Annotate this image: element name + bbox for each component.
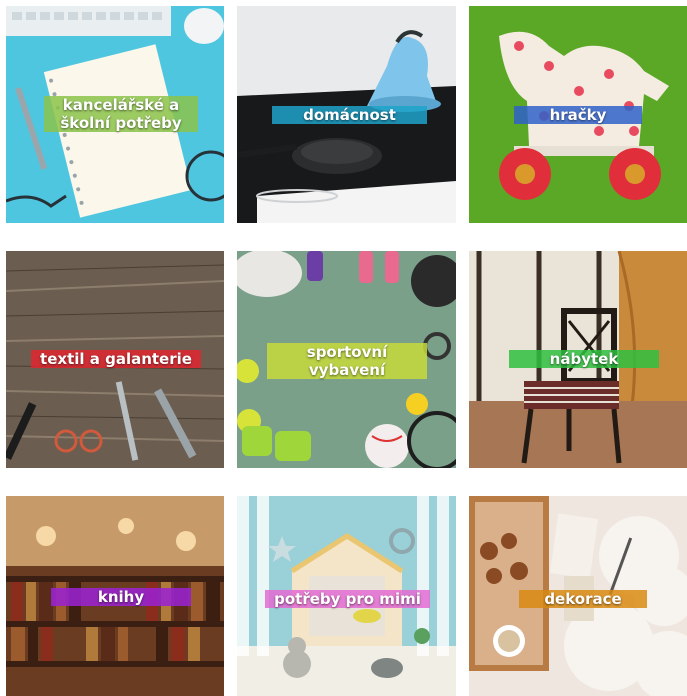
category-tile-toys[interactable]: hračky (469, 6, 687, 223)
category-label: kancelářské a školní potřeby (44, 96, 198, 132)
category-label: dekorace (519, 590, 647, 608)
category-label: knihy (51, 588, 191, 606)
category-label: sportovní vybavení (267, 343, 427, 379)
category-tile-baby[interactable]: potřeby pro mimi (237, 496, 456, 696)
category-tile-textiles[interactable]: textil a galanterie (6, 251, 224, 468)
category-label: hračky (514, 106, 642, 124)
category-label: potřeby pro mimi (265, 590, 430, 608)
category-tile-books[interactable]: knihy (6, 496, 224, 696)
category-tile-household[interactable]: domácnost (237, 6, 456, 223)
category-label: textil a galanterie (31, 350, 201, 368)
category-tile-furniture[interactable]: nábytek (469, 251, 687, 468)
category-label: domácnost (272, 106, 427, 124)
category-tile-office-supplies[interactable]: kancelářské a školní potřeby (6, 6, 224, 223)
category-tile-sports[interactable]: sportovní vybavení (237, 251, 456, 468)
category-label: nábytek (509, 350, 659, 368)
category-tile-decor[interactable]: dekorace (469, 496, 687, 696)
